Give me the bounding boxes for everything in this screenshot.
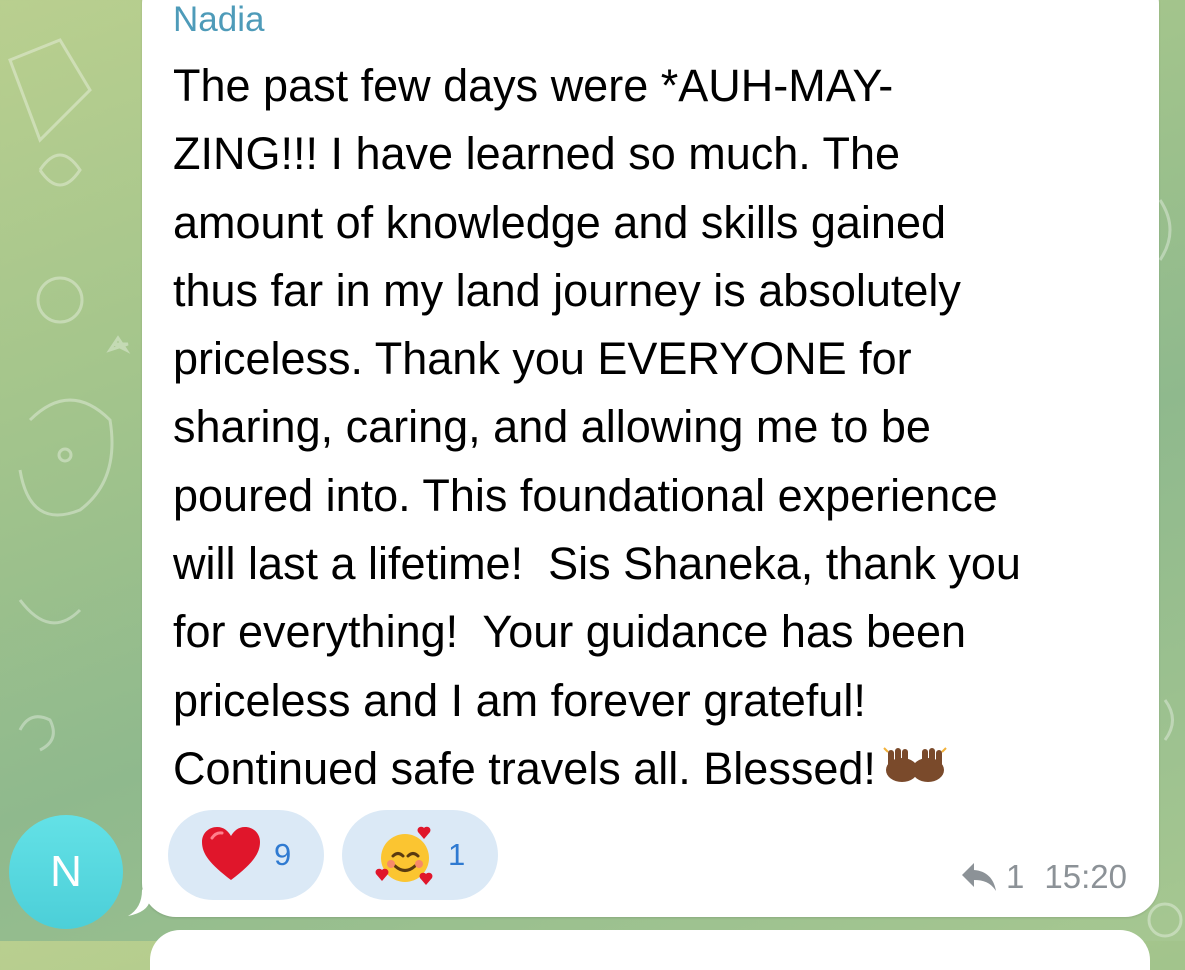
red-heart-emoji [202,827,260,880]
message-line: for everything! Your guidance has been [173,606,967,658]
message-text: The past few days were *AUH-MAY- ZING!!!… [173,52,1148,803]
message-line: thus far in my land journey is absolutel… [173,264,961,316]
message-line: ZING!!! I have learned so much. The [173,128,901,180]
message-time: 15:20 [1044,858,1127,895]
reaction-count: 9 [274,837,292,872]
avatar-initial: N [50,847,82,896]
message-line: The past few days were *AUH-MAY- [173,60,894,111]
message-line: sharing, caring, and allowing me to be [173,401,931,453]
bubble-tail [128,880,150,916]
message-line: priceless and I am forever grateful! [173,674,866,726]
next-message-bubble[interactable] [150,930,1150,970]
reply-count[interactable]: 1 [1006,858,1024,896]
reaction-smiling-hearts[interactable]: 1 [342,810,498,900]
sender-name[interactable]: Nadia [173,0,264,40]
message-meta: 1 15:20 [960,858,1127,896]
message-line: will last a lifetime! Sis Shaneka, thank… [173,538,1021,590]
reaction-heart[interactable]: 9 [168,810,324,900]
message-line: amount of knowledge and skills gained [173,196,946,248]
avatar[interactable]: N [9,815,123,929]
reply-arrow-icon[interactable] [960,861,998,893]
message-line-last: Continued safe travels all. Blessed! [173,735,1148,803]
raising-hands-emoji [883,747,947,783]
message-line: Continued safe travels all. Blessed! [173,742,876,794]
message-line: priceless. Thank you EVERYONE for [173,333,912,385]
reaction-count: 1 [448,837,466,872]
message-line: poured into. This foundational experienc… [173,469,998,521]
smiling-face-with-hearts-emoji [375,826,433,885]
